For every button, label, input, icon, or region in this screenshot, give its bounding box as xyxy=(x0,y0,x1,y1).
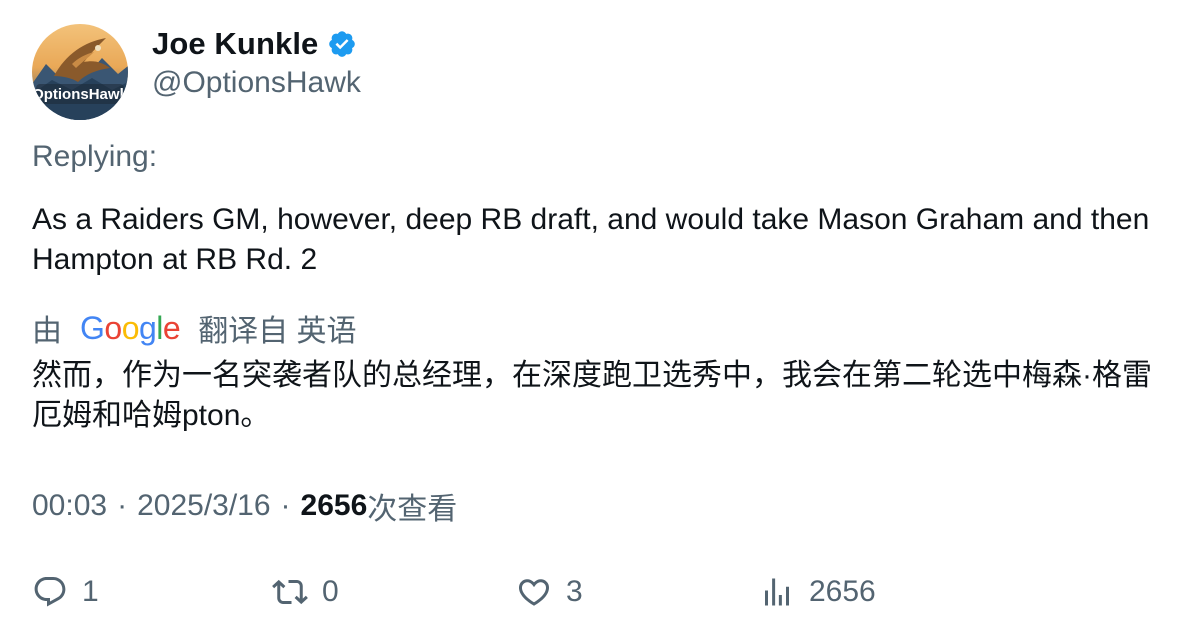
author-handle[interactable]: @OptionsHawk xyxy=(152,66,752,100)
like-count: 3 xyxy=(566,575,583,608)
retweet-count: 0 xyxy=(322,575,339,608)
tweet-meta: 00:03 · 2025/3/16 · 2656 次查看 xyxy=(32,484,457,528)
reply-button[interactable]: 1 xyxy=(32,570,99,614)
replying-label: Replying: xyxy=(32,140,158,173)
tweet-text: As a Raiders GM, however, deep RB draft,… xyxy=(32,203,1150,276)
avatar-logo-text: OptionsHawk xyxy=(32,86,128,103)
display-name-row: Joe Kunkle xyxy=(152,24,752,64)
retweet-button[interactable]: 0 xyxy=(272,570,339,614)
views-icon xyxy=(759,574,795,610)
translation-attribution[interactable]: 由 Google 翻译自 英语 xyxy=(32,306,357,350)
action-bar: 1 0 3 2656 xyxy=(32,570,1172,614)
google-logo: Google xyxy=(80,309,181,346)
reply-count: 1 xyxy=(82,575,99,608)
retweet-icon xyxy=(272,574,308,610)
meta-separator: · xyxy=(280,489,291,522)
views-count: 2656 xyxy=(300,489,368,522)
tweet-time[interactable]: 00:03 xyxy=(32,489,107,523)
tweet-date[interactable]: 2025/3/16 xyxy=(137,489,270,523)
heart-icon xyxy=(516,574,552,610)
author-names: Joe Kunkle @OptionsHawk xyxy=(152,24,752,100)
meta-separator: · xyxy=(117,489,128,522)
views-action-count: 2656 xyxy=(809,575,876,608)
verified-badge-icon[interactable] xyxy=(327,29,357,59)
like-button[interactable]: 3 xyxy=(516,570,583,614)
translated-text: 然而，作为一名突袭者队的总经理，在深度跑卫选秀中，我会在第二轮选中梅森·格雷厄姆… xyxy=(32,359,1152,432)
avatar[interactable]: OptionsHawk xyxy=(32,24,128,120)
avatar-image: OptionsHawk xyxy=(32,24,128,120)
views-button[interactable]: 2656 xyxy=(759,570,876,614)
tweet: OptionsHawk Joe Kunkle @OptionsHawk Repl… xyxy=(0,0,1196,638)
translated-from-label: 翻译自 英语 xyxy=(198,315,357,348)
reply-icon xyxy=(32,574,68,610)
translated-by-label: 由 xyxy=(32,315,62,348)
display-name[interactable]: Joe Kunkle xyxy=(152,26,318,62)
views-label: 次查看 xyxy=(367,493,458,526)
